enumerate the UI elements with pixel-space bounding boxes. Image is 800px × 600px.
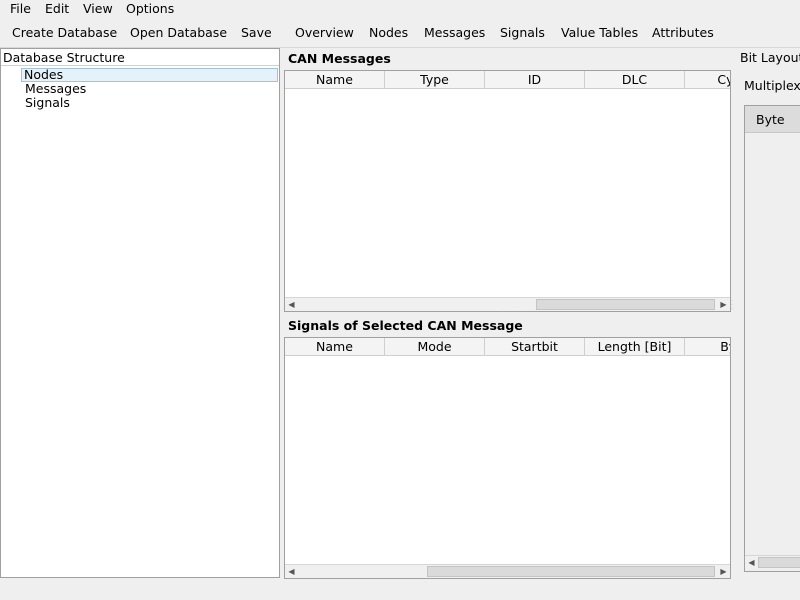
arrow-right-icon[interactable]: ▶	[717, 298, 730, 311]
signals-title: Signals of Selected CAN Message	[288, 318, 523, 333]
col-length[interactable]: Length [Bit]	[585, 338, 685, 355]
bit-layout-title: Bit Layout	[740, 50, 800, 65]
splitter-handle[interactable]: ·········	[500, 309, 526, 316]
signals-table[interactable]: Name Mode Startbit Length [Bit] Byte ◀ ▶	[284, 337, 731, 579]
toolbar: Create Database Open Database Save Overv…	[0, 19, 800, 48]
arrow-left-icon[interactable]: ◀	[285, 565, 298, 578]
can-messages-table[interactable]: Name Type ID DLC Cycle ◀ ▶	[284, 70, 731, 312]
tree-item-messages[interactable]: Messages	[23, 82, 86, 95]
can-messages-table-header: Name Type ID DLC Cycle	[285, 71, 730, 89]
can-messages-title: CAN Messages	[288, 51, 391, 66]
vertical-splitter-handle[interactable]: ···	[731, 299, 735, 313]
col-type[interactable]: Type	[385, 71, 485, 88]
menu-view[interactable]: View	[83, 1, 113, 17]
menu-bar: File Edit View Options	[0, 0, 800, 18]
col-byte[interactable]: Byte	[685, 338, 730, 355]
col-name[interactable]: Name	[285, 338, 385, 355]
signals-hscrollbar[interactable]: ◀ ▶	[285, 564, 730, 578]
arrow-left-icon[interactable]: ◀	[745, 556, 758, 569]
col-startbit[interactable]: Startbit	[485, 338, 585, 355]
create-database-button[interactable]: Create Database	[12, 25, 117, 41]
arrow-left-icon[interactable]: ◀	[285, 298, 298, 311]
scrollbar-thumb[interactable]	[758, 557, 800, 568]
col-dlc[interactable]: DLC	[585, 71, 685, 88]
open-database-button[interactable]: Open Database	[130, 25, 227, 41]
byte-column-header[interactable]: Byte	[745, 106, 800, 133]
multiplexor-label: Multiplexor	[744, 78, 800, 93]
signals-button[interactable]: Signals	[500, 25, 545, 41]
scrollbar-thumb[interactable]	[536, 299, 715, 310]
bit-layout-hscrollbar[interactable]: ◀	[745, 555, 800, 569]
col-cycle[interactable]: Cycle	[685, 71, 730, 88]
scrollbar-thumb[interactable]	[427, 566, 715, 577]
col-mode[interactable]: Mode	[385, 338, 485, 355]
nodes-button[interactable]: Nodes	[369, 25, 408, 41]
value-tables-button[interactable]: Value Tables	[561, 25, 638, 41]
col-id[interactable]: ID	[485, 71, 585, 88]
bit-layout-table[interactable]: Byte ◀	[744, 105, 800, 572]
menu-edit[interactable]: Edit	[45, 1, 69, 17]
attributes-button[interactable]: Attributes	[652, 25, 714, 41]
menu-file[interactable]: File	[10, 1, 31, 17]
save-button[interactable]: Save	[241, 25, 272, 41]
signals-table-header: Name Mode Startbit Length [Bit] Byte	[285, 338, 730, 356]
tree-item-signals[interactable]: Signals	[23, 96, 70, 109]
tree-header[interactable]: Database Structure	[1, 49, 279, 66]
arrow-right-icon[interactable]: ▶	[717, 565, 730, 578]
tree-item-nodes[interactable]: Nodes	[21, 68, 278, 82]
database-structure-tree[interactable]: Database Structure Nodes Messages Signal…	[0, 48, 280, 578]
menu-options[interactable]: Options	[126, 1, 174, 17]
messages-button[interactable]: Messages	[424, 25, 485, 41]
col-name[interactable]: Name	[285, 71, 385, 88]
overview-button[interactable]: Overview	[295, 25, 354, 41]
